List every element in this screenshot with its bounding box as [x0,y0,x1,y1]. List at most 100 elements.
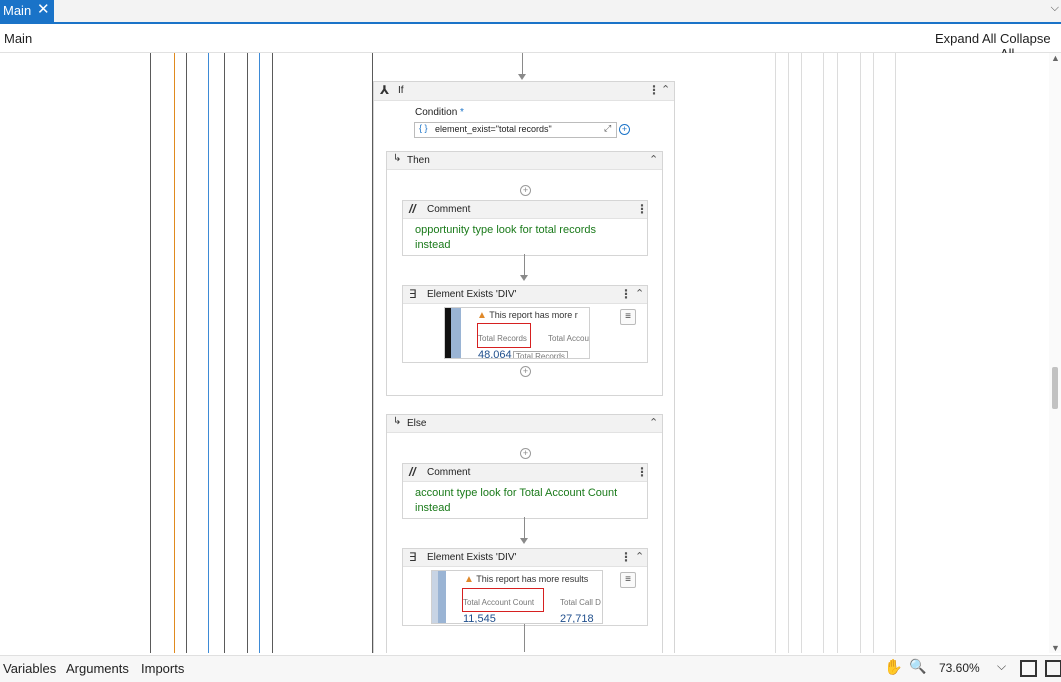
element-exists-title: Element Exists 'DIV' [427,552,517,563]
imports-tab[interactable]: Imports [141,661,184,676]
element-exists-header: ∃ Element Exists 'DIV' ⋮ ⌃ [403,286,647,304]
element-exists-activity[interactable]: ∃ Element Exists 'DIV' ⋮ ⌃ ▲ This report… [402,548,648,626]
connector [524,624,525,652]
kebab-icon[interactable]: ⋮ [620,287,632,301]
condition-value: element_exist="total records" [435,124,552,134]
element-preview: ▲ This report has more r Total Records T… [444,307,590,359]
comment-header: // Comment ⋮ [403,464,648,482]
scroll-down-icon[interactable]: ▼ [1051,643,1060,653]
highlight-box [462,588,544,612]
connector [524,517,525,539]
element-exists-icon: ∃ [409,287,417,301]
preview-bar [451,308,461,358]
search-icon[interactable]: 🔍 [909,658,926,675]
sequence-line [873,53,874,653]
if-activity[interactable]: ⅄ If ⋮ ⌃ Condition * { } element_exist="… [373,81,675,653]
then-title: Then [407,155,430,166]
collapse-icon[interactable]: ⌃ [649,153,658,166]
element-preview: ▲ This report has more results Total Acc… [431,570,603,624]
expand-all-button[interactable]: Expand All [935,31,996,46]
else-branch[interactable]: ↳ Else ⌃ + // Comment ⋮ account type loo… [386,414,663,653]
expand-editor-icon[interactable]: ⤢ [604,123,611,134]
kebab-icon[interactable]: ⋮ [636,202,648,216]
collapse-icon[interactable]: ⌃ [649,416,658,429]
bottom-bar: Variables Arguments Imports ✋ 🔍 73.60% ⌵ [0,655,1061,682]
preview-bar [438,571,446,623]
preview-label: Total Call D [560,598,601,607]
comment-title: Comment [427,467,471,478]
connector-arrow [520,538,528,544]
fit-screen-icon[interactable] [1020,660,1037,677]
connector-arrow [518,74,526,80]
arguments-tab[interactable]: Arguments [66,661,129,676]
sequence-line [823,53,824,653]
sequence-line [272,53,273,653]
sequence-line [837,53,838,653]
add-icon[interactable]: + [619,124,630,135]
tab-main[interactable]: Main ✕ [0,0,54,22]
warning-icon: ▲ [464,574,474,585]
collapse-icon[interactable]: ⌃ [635,287,644,300]
chevron-down-icon[interactable]: ⌵ [997,659,1006,674]
add-icon[interactable]: + [520,448,531,459]
hamburger-icon[interactable]: ≡ [620,309,636,325]
connector [524,254,525,276]
element-exists-header: ∃ Element Exists 'DIV' ⋮ ⌃ [403,549,647,567]
collapse-icon[interactable]: ⌃ [635,550,644,563]
sequence-line [247,53,248,653]
comment-title: Comment [427,204,471,215]
comment-text-line: instead [415,239,451,251]
then-branch[interactable]: ↳ Then ⌃ + // Comment ⋮ opportunity type… [386,151,663,396]
sequence-line [895,53,896,653]
scrollbar-thumb[interactable] [1052,367,1058,409]
sequence-line [186,53,187,653]
preview-warning: ▲ This report has more r [477,310,578,321]
close-icon[interactable]: ✕ [37,1,50,19]
tab-main-label: Main [3,3,32,18]
sequence-line [801,53,802,653]
element-exists-title: Element Exists 'DIV' [427,289,517,300]
zoom-level[interactable]: 73.60% [939,661,980,675]
else-title: Else [407,418,427,429]
then-header: ↳ Then ⌃ [387,152,662,170]
else-header: ↳ Else ⌃ [387,415,662,433]
if-icon: ⅄ [380,83,390,97]
vertical-scrollbar[interactable]: ▲ ▼ [1049,53,1061,653]
comment-activity[interactable]: // Comment ⋮ opportunity type look for t… [402,200,648,256]
variables-tab[interactable]: Variables [3,661,56,676]
add-icon[interactable]: + [520,366,531,377]
preview-warning: ▲ This report has more results [464,574,589,585]
condition-input[interactable]: { } element_exist="total records" ⤢ [414,122,617,138]
fullscreen-icon[interactable] [1045,660,1061,677]
kebab-icon[interactable]: ⋮ [636,465,648,479]
sequence-line [208,53,209,653]
connector-arrow [520,275,528,281]
collapse-icon[interactable]: ⌃ [661,83,670,96]
hand-icon[interactable]: ✋ [884,658,903,676]
sequence-line [788,53,789,653]
document-tab-strip: Main ✕ ⌵ [0,0,1061,24]
kebab-icon[interactable]: ⋮ [620,550,632,564]
comment-icon: // [409,465,416,479]
comment-text-line: account type look for Total Account Coun… [415,487,618,499]
scroll-up-icon[interactable]: ▲ [1051,53,1060,63]
hamburger-icon[interactable]: ≡ [620,572,636,588]
sequence-line [860,53,861,653]
condition-label: Condition * [415,107,464,118]
comment-activity[interactable]: // Comment ⋮ account type look for Total… [402,463,648,519]
kebab-icon[interactable]: ⋮ [648,83,660,97]
sequence-line [775,53,776,653]
if-title: If [398,85,404,96]
preview-tooltip: Total Records [513,351,568,358]
preview-value: 48,064 [478,349,512,359]
preview-value: 11,545 [463,613,496,624]
element-exists-activity[interactable]: ∃ Element Exists 'DIV' ⋮ ⌃ ▲ This report… [402,285,648,363]
add-icon[interactable]: + [520,185,531,196]
branch-icon: ↳ [393,153,402,164]
expression-icon: { } [419,123,428,133]
chevron-down-icon[interactable]: ⌵ [1051,2,1059,15]
designer-canvas[interactable]: ⅄ If ⋮ ⌃ Condition * { } element_exist="… [0,53,1049,653]
breadcrumb[interactable]: Main [4,31,32,46]
warning-icon: ▲ [477,310,487,321]
sequence-line [259,53,260,653]
